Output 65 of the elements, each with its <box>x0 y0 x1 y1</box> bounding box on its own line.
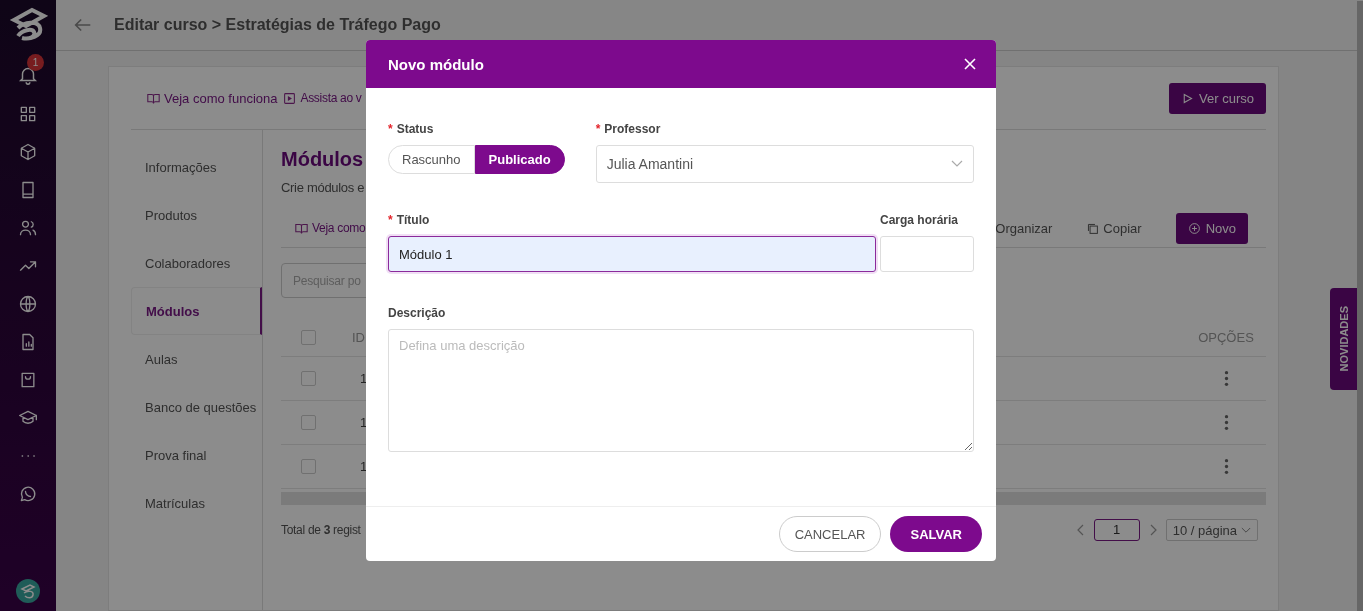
checkbox[interactable] <box>301 371 316 386</box>
copy-icon <box>1086 221 1100 235</box>
status-option[interactable]: Rascunho <box>388 145 475 174</box>
section-title: Módulos <box>281 148 364 172</box>
field-label: Título <box>396 213 430 227</box>
nav-item[interactable]: Módulos <box>131 287 262 335</box>
nav-item[interactable]: Prova final <box>131 431 262 479</box>
professor-select[interactable]: Julia Amantini <box>595 145 974 183</box>
required-mark: * <box>595 122 601 136</box>
users-icon[interactable] <box>18 218 38 238</box>
cancel-button[interactable]: CANCELAR <box>778 516 882 552</box>
nav-item[interactable]: Aulas <box>131 335 262 383</box>
field-label: Carga horária <box>880 213 959 227</box>
nav-item[interactable]: Matrículas <box>131 479 262 527</box>
book-icon <box>147 91 160 105</box>
section-subtitle: Crie módulos e <box>281 180 366 195</box>
column-header: ID <box>352 329 366 345</box>
play-icon <box>283 91 297 105</box>
copy-link[interactable]: Copiar <box>1086 220 1142 236</box>
grid-icon[interactable] <box>18 104 38 124</box>
chevron-down-icon <box>951 160 963 168</box>
more-options-icon[interactable] <box>1223 458 1229 475</box>
required-mark: * <box>388 122 393 136</box>
news-tab[interactable]: NOVIDADES <box>1330 288 1357 390</box>
checkbox[interactable] <box>301 459 316 474</box>
cube-icon[interactable] <box>18 142 38 162</box>
page-title: Editar curso > Estratégias de Tráfego Pago <box>114 16 441 34</box>
view-course-button[interactable]: Ver curso <box>1169 82 1266 114</box>
book-icon <box>295 221 308 235</box>
total-count: Total de 3 regist <box>281 523 361 537</box>
chevron-down-icon <box>1241 526 1251 534</box>
status-option[interactable]: Publicado <box>474 145 565 174</box>
field-label: Status <box>396 122 434 136</box>
avatar-icon[interactable] <box>16 579 40 603</box>
description-textarea[interactable]: Defina uma descrição <box>388 329 974 452</box>
save-button[interactable]: SALVAR <box>890 516 982 552</box>
nav-item[interactable]: Colaboradores <box>131 239 262 287</box>
close-icon[interactable] <box>964 58 976 70</box>
more-options-icon[interactable] <box>1223 414 1229 431</box>
page-size-select[interactable]: 10 / página <box>1165 519 1258 541</box>
globe-icon[interactable] <box>18 294 38 314</box>
workload-input[interactable] <box>880 236 974 272</box>
nav-item[interactable]: Informações <box>131 143 262 191</box>
video-link[interactable]: Assista ao v <box>283 91 362 105</box>
checkbox[interactable] <box>301 415 316 430</box>
required-mark: * <box>388 213 393 227</box>
more-options-icon[interactable] <box>1223 370 1229 387</box>
modal-title: Novo módulo <box>388 55 484 73</box>
whatsapp-icon[interactable] <box>18 484 38 504</box>
new-button[interactable]: Novo <box>1175 212 1248 244</box>
plus-circle-icon <box>1187 221 1201 235</box>
organize-link[interactable]: Organizar <box>995 220 1053 236</box>
help-link[interactable]: Veja como <box>295 221 366 235</box>
help-link[interactable]: Veja como funciona <box>147 90 278 106</box>
title-input[interactable]: Módulo 1 <box>388 236 876 272</box>
page-number-field[interactable]: 1 <box>1093 519 1140 541</box>
scrollbar[interactable] <box>1357 1 1363 611</box>
play-icon <box>1181 91 1195 105</box>
nav-item[interactable]: Produtos <box>131 191 262 239</box>
notification-badge: 1 <box>27 54 44 71</box>
field-label: Professor <box>604 122 661 136</box>
checkbox[interactable] <box>301 329 316 345</box>
nav-item[interactable]: Banco de questões <box>131 383 262 431</box>
column-header: OPÇÕES <box>1197 329 1255 345</box>
field-label: Descrição <box>388 306 446 320</box>
